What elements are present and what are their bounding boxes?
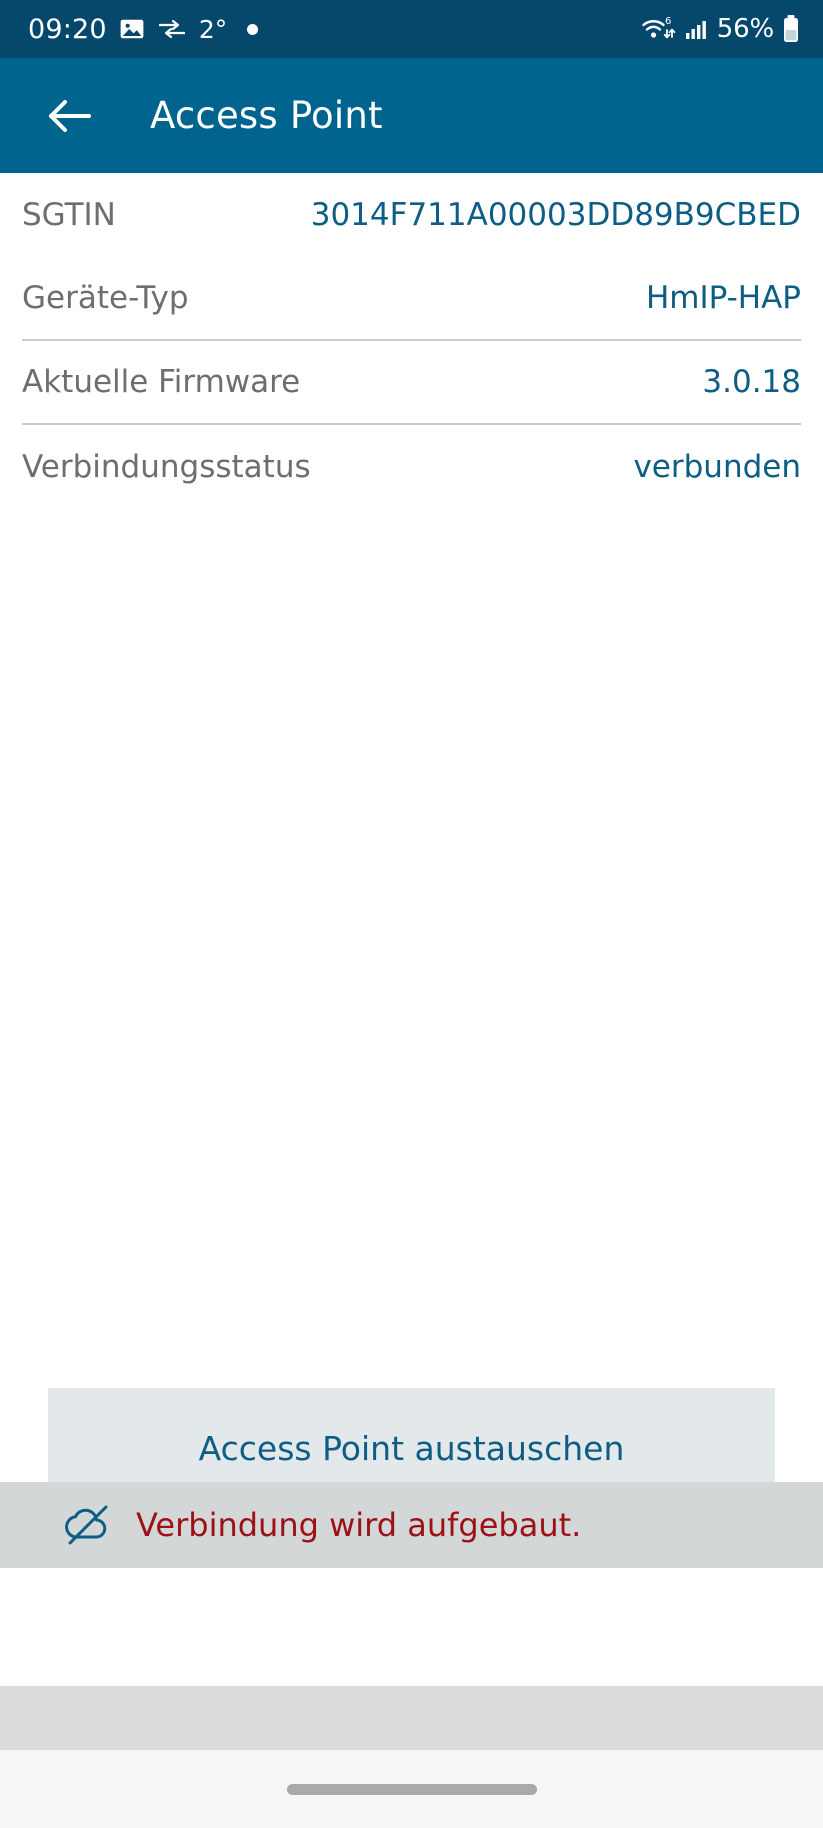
connection-status-toast: Verbindung wird aufgebaut. (0, 1482, 823, 1568)
detail-row-firmware[interactable]: Aktuelle Firmware 3.0.18 (22, 341, 801, 425)
replace-access-point-label: Access Point austauschen (199, 1429, 625, 1468)
detail-label: Aktuelle Firmware (22, 364, 300, 400)
cellular-signal-icon (684, 16, 710, 42)
back-button[interactable] (38, 85, 100, 147)
detail-label: Geräte-Typ (22, 280, 189, 316)
app-header: Access Point (0, 58, 823, 173)
bottom-area: Access Point austauschen Verbindung wird… (0, 1388, 823, 1828)
svg-text:6: 6 (665, 16, 671, 27)
home-indicator[interactable] (287, 1784, 537, 1795)
detail-row-device-type[interactable]: Geräte-Typ HmIP-HAP (22, 257, 801, 341)
cloud-off-icon (62, 1499, 114, 1551)
detail-label: SGTIN (22, 197, 116, 233)
status-bar-right: 6 56% (641, 14, 801, 44)
detail-value: verbunden (633, 449, 801, 485)
status-bar-left: 09:20 2° (28, 16, 258, 43)
detail-label: Verbindungsstatus (22, 449, 311, 485)
status-bar-clock: 09:20 (28, 16, 107, 43)
status-bar-temperature: 2° (199, 17, 227, 42)
system-navigation-bar (0, 1750, 823, 1828)
detail-row-connection-status[interactable]: Verbindungsstatus verbunden (22, 425, 801, 509)
battery-percent-label: 56% (717, 16, 774, 42)
data-transfer-icon (157, 16, 187, 42)
detail-row-sgtin[interactable]: SGTIN 3014F711A00003DD89B9CBED (22, 173, 801, 257)
toast-background-extension (0, 1686, 823, 1750)
recording-dot-icon (247, 24, 258, 35)
arrow-left-icon (45, 97, 93, 135)
status-bar: 09:20 2° (0, 0, 823, 58)
detail-value: HmIP-HAP (646, 280, 801, 316)
connection-status-message: Verbindung wird aufgebaut. (136, 1506, 581, 1544)
detail-value: 3014F711A00003DD89B9CBED (311, 197, 801, 233)
battery-icon (781, 14, 801, 44)
device-details-list: SGTIN 3014F711A00003DD89B9CBED Geräte-Ty… (0, 173, 823, 1828)
wifi-6-icon: 6 (641, 14, 677, 44)
photo-icon (119, 16, 145, 42)
page-title: Access Point (150, 94, 383, 137)
app-screen: 09:20 2° (0, 0, 823, 1828)
detail-value: 3.0.18 (702, 364, 801, 400)
